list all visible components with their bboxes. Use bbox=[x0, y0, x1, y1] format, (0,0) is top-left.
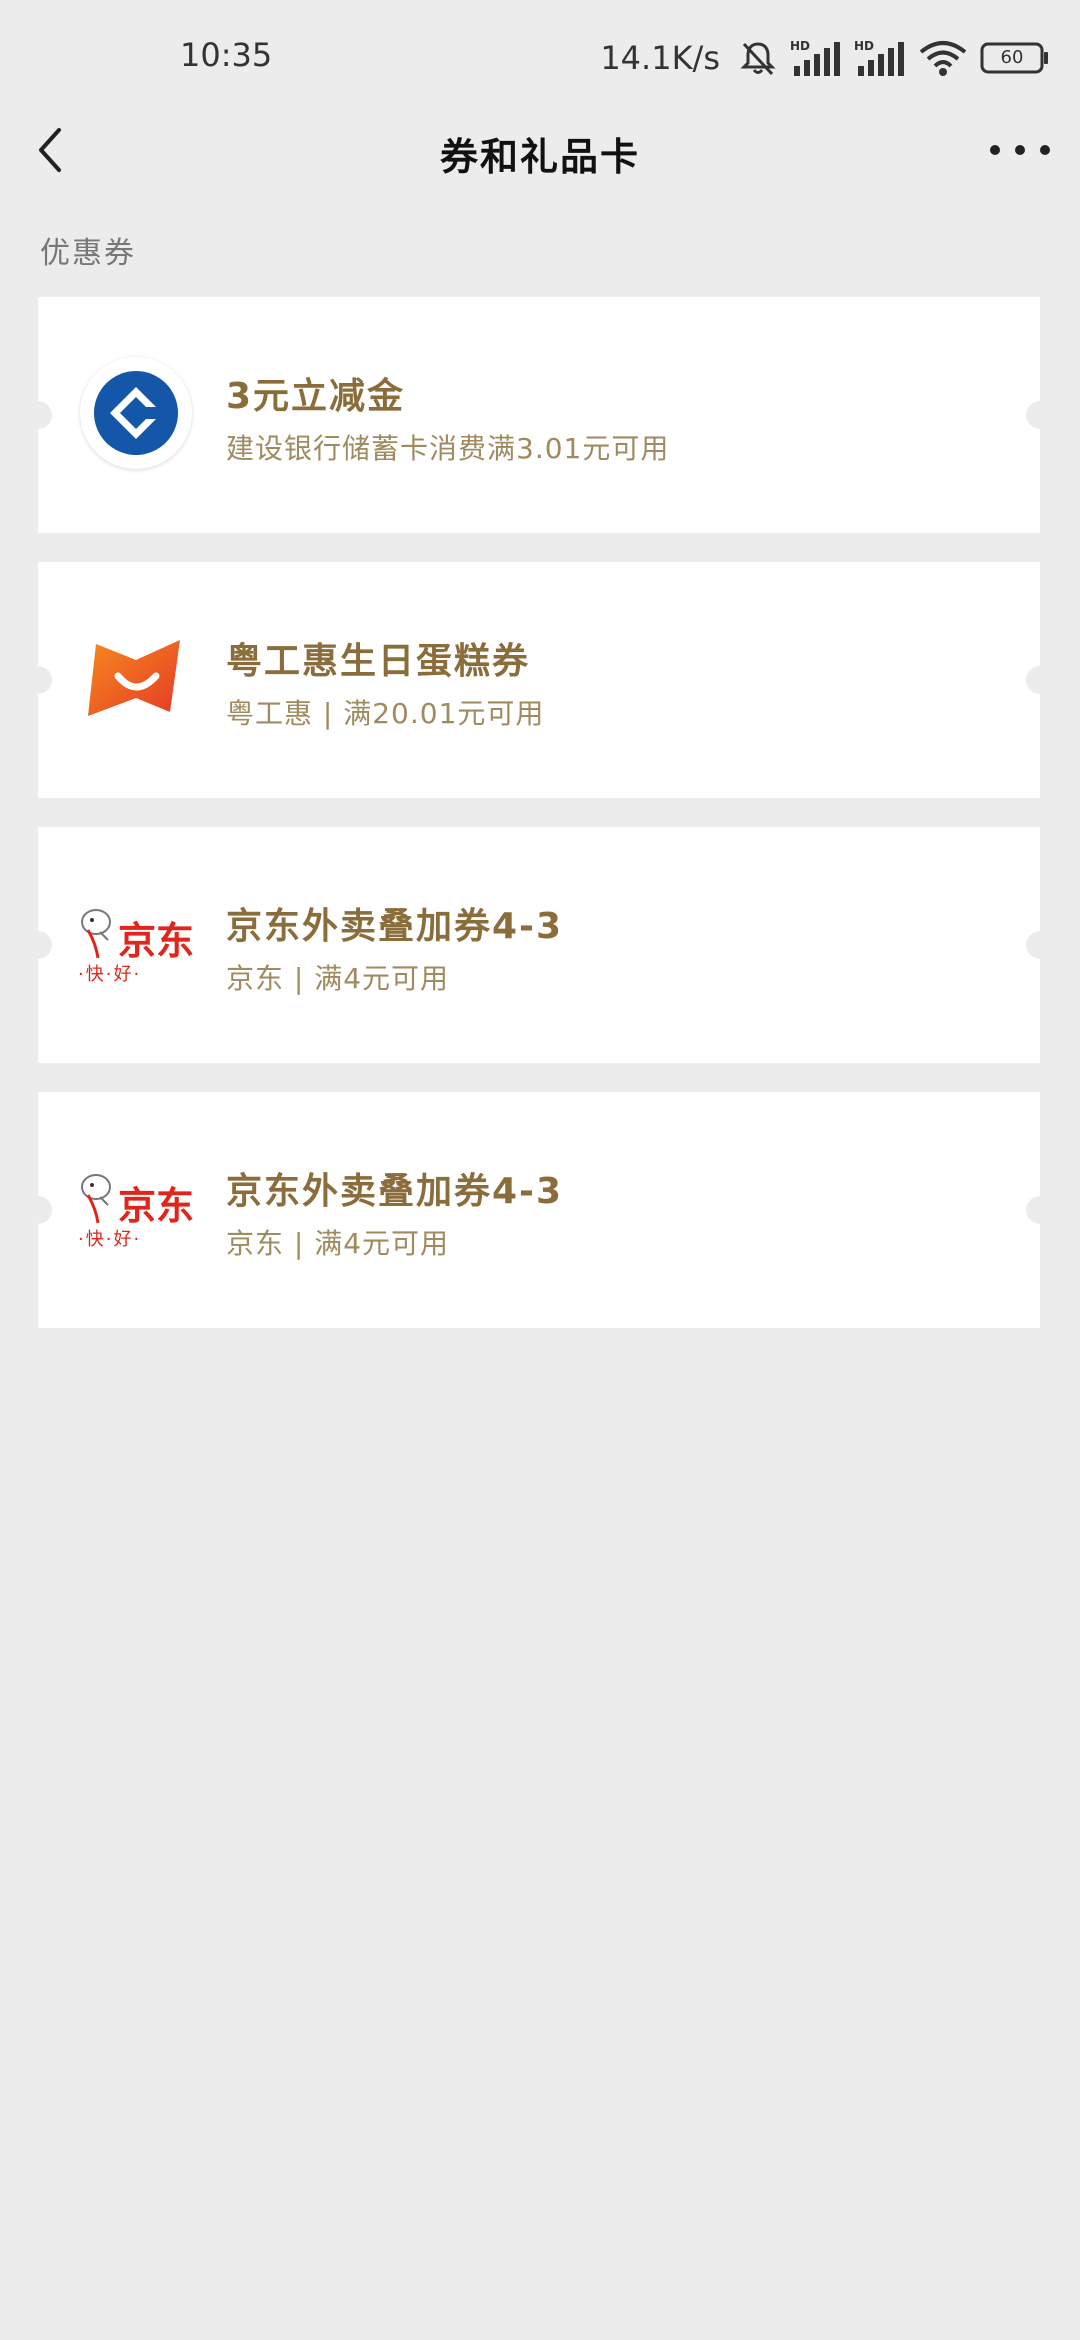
jd-logo: 京东 ·快·好· bbox=[78, 885, 194, 1001]
battery-level: 60 bbox=[1000, 47, 1024, 68]
coupon-subtitle: 京东 | 满4元可用 bbox=[226, 1227, 450, 1260]
more-dots-icon bbox=[990, 145, 1000, 155]
coupon-card[interactable]: 京东 ·快·好· 京东外卖叠加券4-3 京东 | 满4元可用 bbox=[24, 827, 1054, 1063]
coupon-card[interactable]: 京东 ·快·好· 京东外卖叠加券4-3 京东 | 满4元可用 bbox=[24, 1092, 1054, 1328]
coupon-notch bbox=[1026, 1196, 1054, 1224]
coupon-notch bbox=[1026, 931, 1054, 959]
coupon-title: 京东外卖叠加券4-3 bbox=[226, 1171, 564, 1212]
jd-logo-slogan: ·快·好· bbox=[78, 1229, 142, 1250]
coupon-notch bbox=[1026, 666, 1054, 694]
coupon-notch bbox=[24, 931, 52, 959]
hd-signal-icon: HD bbox=[790, 38, 842, 78]
jd-logo: 京东 ·快·好· bbox=[78, 1150, 194, 1266]
net-speed: 14.1K/s bbox=[600, 39, 720, 77]
status-icons: 14.1K/s HD HD 60 bbox=[600, 30, 1050, 86]
battery-icon: 60 bbox=[980, 41, 1050, 75]
page-title: 券和礼品卡 bbox=[439, 135, 640, 179]
svg-text:HD: HD bbox=[790, 39, 810, 53]
coupon-subtitle: 建设银行储蓄卡消费满3.01元可用 bbox=[226, 432, 670, 465]
jd-logo-text: 京东 bbox=[118, 919, 195, 963]
status-bar: 10:35 14.1K/s HD HD 60 bbox=[0, 0, 1080, 110]
coupon-subtitle: 粤工惠 | 满20.01元可用 bbox=[226, 697, 545, 730]
hd-signal-icon-2: HD bbox=[854, 38, 906, 78]
coupon-notch bbox=[24, 401, 52, 429]
wifi-icon bbox=[918, 38, 968, 78]
coupon-card[interactable]: 粤工惠生日蛋糕券 粤工惠 | 满20.01元可用 bbox=[24, 562, 1054, 798]
coupon-card[interactable]: 3元立减金 建设银行储蓄卡消费满3.01元可用 bbox=[24, 297, 1054, 533]
header: 券和礼品卡 bbox=[0, 110, 1080, 190]
jd-logo-text: 京东 bbox=[118, 1184, 195, 1228]
coupon-notch bbox=[24, 666, 52, 694]
bell-muted-icon bbox=[738, 38, 778, 78]
coupon-subtitle: 京东 | 满4元可用 bbox=[226, 962, 450, 995]
status-time: 10:35 bbox=[180, 36, 273, 74]
coupon-title: 京东外卖叠加券4-3 bbox=[226, 906, 564, 947]
coupon-title: 3元立减金 bbox=[226, 376, 406, 417]
ccb-logo bbox=[78, 355, 194, 471]
section-label: 优惠券 bbox=[40, 236, 136, 271]
coupon-notch bbox=[24, 1196, 52, 1224]
coupon-title: 粤工惠生日蛋糕券 bbox=[226, 641, 531, 682]
svg-text:HD: HD bbox=[854, 39, 874, 53]
more-button[interactable] bbox=[990, 134, 1050, 166]
coupon-list: 3元立减金 建设银行储蓄卡消费满3.01元可用 粤工惠生日蛋糕券 粤工惠 | 满… bbox=[24, 297, 1054, 1357]
yuegonghui-logo bbox=[78, 620, 194, 736]
coupon-notch bbox=[1026, 401, 1054, 429]
jd-logo-slogan: ·快·好· bbox=[78, 964, 142, 985]
